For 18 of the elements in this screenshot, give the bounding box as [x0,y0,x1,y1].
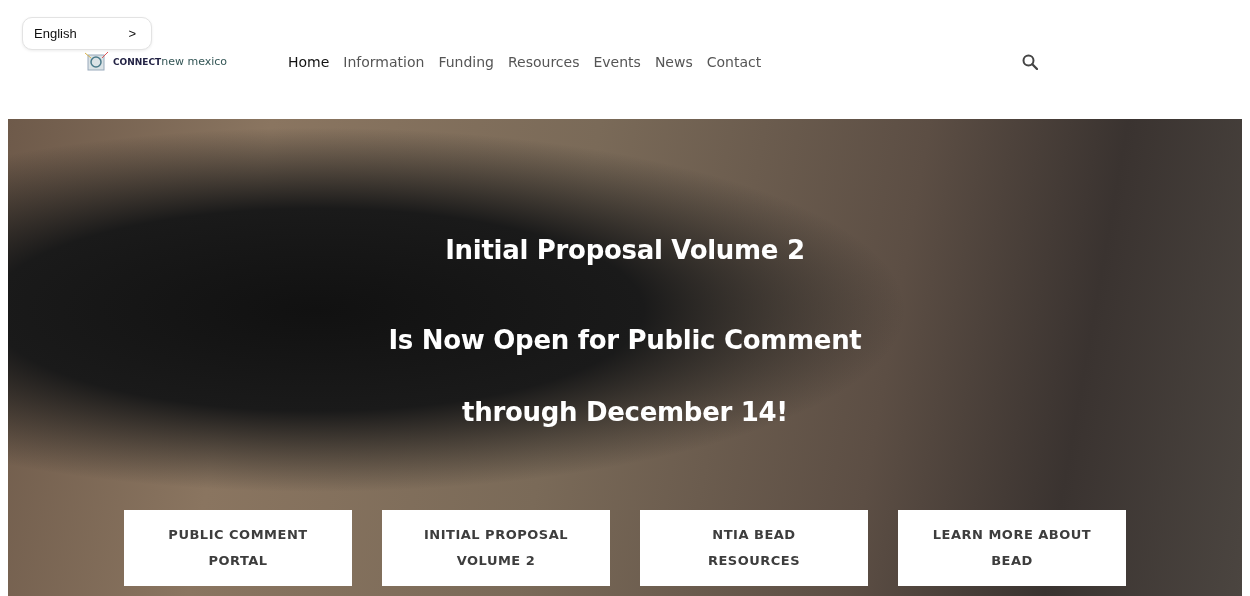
logo-icon [85,51,109,72]
cta-button[interactable]: INITIAL PROPOSAL VOLUME 2 [382,510,610,586]
nav-link[interactable]: Resources [500,53,587,70]
hero-heading: through December 14! [462,399,788,425]
nav-link[interactable]: Information [336,53,432,70]
nav-link[interactable]: Home [281,53,337,70]
hero-heading: Initial Proposal Volume 2 [445,237,805,263]
language-selector[interactable]: English > [22,17,152,50]
nav-link[interactable]: Funding [431,53,501,70]
cta-button[interactable]: NTIA BEAD RESOURCES [640,510,868,586]
hero-heading: Is Now Open for Public Comment [388,327,862,353]
cta-button[interactable]: PUBLIC COMMENT PORTAL [124,510,352,586]
cta-button[interactable]: LEARN MORE ABOUT BEAD [898,510,1126,586]
nav-link[interactable]: Contact [699,53,769,70]
nav-link[interactable]: News [647,53,700,70]
search-icon[interactable] [1022,53,1038,70]
nav-link[interactable]: Events [586,53,648,70]
logo-text: CONNECTnew mexico [113,55,228,68]
